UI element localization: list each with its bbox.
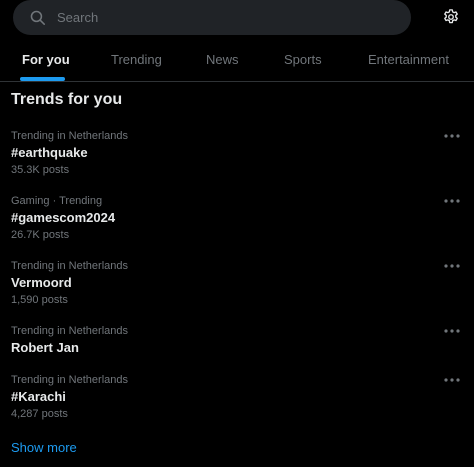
tab-bar: For you Trending News Sports Entertainme… bbox=[0, 43, 474, 82]
trend-context: Trending in Netherlands bbox=[11, 374, 128, 386]
trend-name: #earthquake bbox=[11, 145, 88, 160]
trend-context: Gaming · Trending bbox=[11, 195, 103, 207]
gear-icon[interactable] bbox=[442, 8, 460, 26]
more-options-icon[interactable] bbox=[442, 326, 462, 336]
trend-post-count: 26.7K posts bbox=[11, 229, 70, 241]
trend-item[interactable]: Trending in Netherlands #earthquake 35.3… bbox=[0, 129, 474, 185]
tab-news[interactable]: News bbox=[206, 43, 239, 81]
trend-context: Trending in Netherlands bbox=[11, 260, 128, 272]
trend-item[interactable]: Trending in Netherlands Vermoord 1,590 p… bbox=[0, 259, 474, 315]
search-icon bbox=[30, 10, 46, 26]
tab-entertainment[interactable]: Entertainment bbox=[368, 43, 449, 81]
trend-post-count: 1,590 posts bbox=[11, 294, 68, 306]
trend-context: Trending in Netherlands bbox=[11, 130, 128, 142]
trend-item[interactable]: Gaming · Trending #gamescom2024 26.7K po… bbox=[0, 194, 474, 250]
tab-trending[interactable]: Trending bbox=[111, 43, 162, 81]
section-title: Trends for you bbox=[11, 91, 123, 108]
trend-post-count: 4,287 posts bbox=[11, 408, 68, 420]
tab-for-you[interactable]: For you bbox=[22, 43, 70, 81]
trend-item[interactable]: Trending in Netherlands Robert Jan bbox=[0, 324, 474, 360]
more-options-icon[interactable] bbox=[442, 131, 462, 141]
trend-name: Robert Jan bbox=[11, 340, 79, 355]
show-more-link[interactable]: Show more bbox=[11, 440, 77, 456]
trend-name: #Karachi bbox=[11, 389, 66, 404]
search-input[interactable] bbox=[57, 0, 397, 35]
more-options-icon[interactable] bbox=[442, 196, 462, 206]
top-bar bbox=[0, 0, 474, 36]
more-options-icon[interactable] bbox=[442, 375, 462, 385]
trend-item[interactable]: Trending in Netherlands #Karachi 4,287 p… bbox=[0, 373, 474, 429]
search-box[interactable] bbox=[13, 0, 411, 35]
active-tab-indicator bbox=[20, 77, 65, 81]
trend-post-count: 35.3K posts bbox=[11, 164, 70, 176]
tab-sports[interactable]: Sports bbox=[284, 43, 322, 81]
trend-context: Trending in Netherlands bbox=[11, 325, 128, 337]
trend-name: Vermoord bbox=[11, 275, 72, 290]
trend-name: #gamescom2024 bbox=[11, 210, 116, 225]
more-options-icon[interactable] bbox=[442, 261, 462, 271]
